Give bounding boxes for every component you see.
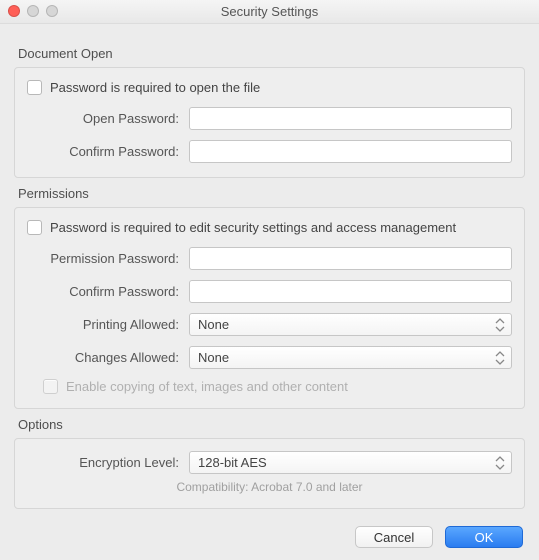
printing-allowed-label: Printing Allowed:	[27, 317, 179, 332]
open-password-input[interactable]	[189, 107, 512, 130]
open-password-label: Open Password:	[27, 111, 179, 126]
permission-confirm-password-input[interactable]	[189, 280, 512, 303]
titlebar: Security Settings	[0, 0, 539, 24]
footer-buttons: Cancel OK	[355, 526, 523, 548]
open-password-required-checkbox[interactable]	[27, 80, 42, 95]
open-confirm-password-input[interactable]	[189, 140, 512, 163]
group-label-permissions: Permissions	[18, 186, 525, 201]
chevron-up-down-icon	[495, 351, 505, 365]
permission-password-label: Permission Password:	[27, 251, 179, 266]
compatibility-text: Compatibility: Acrobat 7.0 and later	[27, 480, 512, 494]
panel-options: Encryption Level: 128-bit AES Compatibil…	[14, 438, 525, 509]
encryption-level-value: 128-bit AES	[198, 455, 267, 470]
changes-allowed-select[interactable]: None	[189, 346, 512, 369]
panel-document-open: Password is required to open the file Op…	[14, 67, 525, 178]
zoom-icon	[46, 5, 58, 17]
panel-permissions: Password is required to edit security se…	[14, 207, 525, 409]
changes-allowed-value: None	[198, 350, 229, 365]
window: Security Settings Document Open Password…	[0, 0, 539, 560]
window-title: Security Settings	[0, 4, 539, 19]
permission-confirm-password-label: Confirm Password:	[27, 284, 179, 299]
printing-allowed-select[interactable]: None	[189, 313, 512, 336]
group-label-options: Options	[18, 417, 525, 432]
enable-copying-checkbox	[43, 379, 58, 394]
encryption-level-select[interactable]: 128-bit AES	[189, 451, 512, 474]
permission-password-input[interactable]	[189, 247, 512, 270]
permissions-password-required-checkbox[interactable]	[27, 220, 42, 235]
printing-allowed-value: None	[198, 317, 229, 332]
chevron-up-down-icon	[495, 318, 505, 332]
open-password-required-label: Password is required to open the file	[50, 80, 260, 95]
changes-allowed-label: Changes Allowed:	[27, 350, 179, 365]
chevron-up-down-icon	[495, 456, 505, 470]
enable-copying-label: Enable copying of text, images and other…	[66, 379, 348, 394]
open-confirm-password-label: Confirm Password:	[27, 144, 179, 159]
minimize-icon	[27, 5, 39, 17]
close-icon[interactable]	[8, 5, 20, 17]
permissions-password-required-label: Password is required to edit security se…	[50, 220, 456, 235]
encryption-level-label: Encryption Level:	[27, 455, 179, 470]
cancel-button[interactable]: Cancel	[355, 526, 433, 548]
group-label-document-open: Document Open	[18, 46, 525, 61]
ok-button[interactable]: OK	[445, 526, 523, 548]
